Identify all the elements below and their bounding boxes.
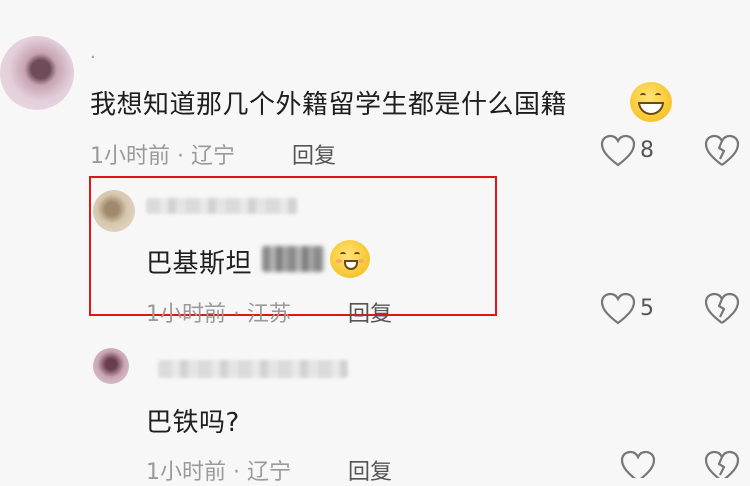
comment-text: 我想知道那几个外籍留学生都是什么国籍 bbox=[90, 90, 568, 120]
blurred-username[interactable] bbox=[146, 198, 298, 214]
heart-icon[interactable] bbox=[600, 292, 636, 326]
comment-text: 巴铁吗? bbox=[146, 408, 240, 438]
reply-button[interactable]: 回复 bbox=[348, 296, 392, 328]
grinning-face-emoji bbox=[630, 82, 672, 122]
heart-icon[interactable] bbox=[600, 134, 636, 168]
comment-time-location: 1小时前 · 辽宁 bbox=[90, 144, 235, 169]
comment-time-location: 1小时前 · 辽宁 bbox=[146, 460, 291, 485]
broken-heart-icon[interactable] bbox=[704, 134, 740, 168]
comment-text: 巴基斯坦 bbox=[146, 249, 253, 279]
author-name[interactable]: . bbox=[90, 42, 96, 63]
avatar[interactable] bbox=[93, 190, 135, 232]
broken-heart-icon[interactable] bbox=[704, 292, 740, 326]
blurred-text bbox=[262, 246, 324, 272]
heart-icon[interactable] bbox=[620, 450, 656, 484]
hugging-face-emoji bbox=[330, 240, 370, 278]
like-count: 5 bbox=[640, 296, 654, 321]
blurred-username[interactable] bbox=[158, 360, 348, 378]
avatar[interactable] bbox=[93, 348, 129, 384]
avatar[interactable] bbox=[0, 36, 74, 110]
reply-button[interactable]: 回复 bbox=[348, 454, 392, 486]
comment-time-location: 1小时前 · 江苏 bbox=[146, 302, 291, 327]
reply-button[interactable]: 回复 bbox=[292, 138, 336, 170]
broken-heart-icon[interactable] bbox=[704, 450, 740, 482]
like-count: 8 bbox=[640, 138, 654, 163]
